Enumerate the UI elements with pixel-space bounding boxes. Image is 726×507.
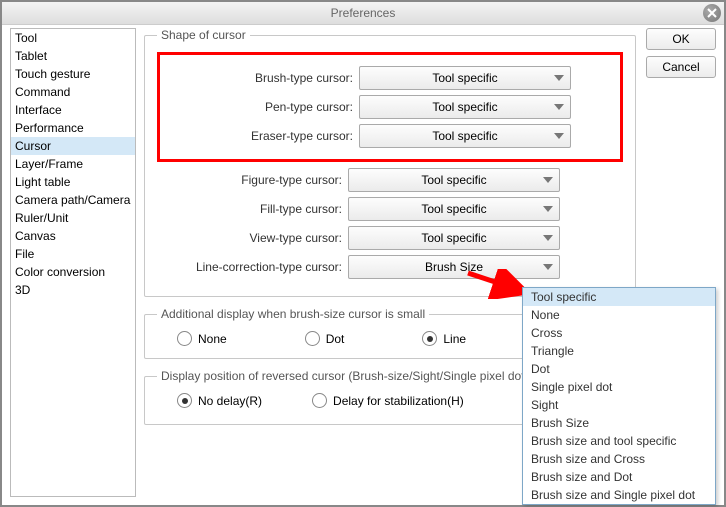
- cursor-type-menu[interactable]: Tool specificNoneCrossTriangleDotSingle …: [522, 287, 716, 505]
- menu-item[interactable]: Cross: [523, 324, 715, 342]
- chevron-down-icon: [543, 206, 553, 212]
- radio-label: None: [198, 332, 227, 346]
- shape-of-cursor-group: Shape of cursor Brush-type cursor: Tool …: [144, 28, 636, 297]
- menu-item[interactable]: Brush Size: [523, 414, 715, 432]
- window-title: Preferences: [331, 6, 396, 20]
- figure-type-value: Tool specific: [421, 173, 486, 187]
- chevron-down-icon: [543, 264, 553, 270]
- sidebar-item[interactable]: Light table: [11, 173, 135, 191]
- menu-item[interactable]: Single pixel dot: [523, 378, 715, 396]
- radio-icon: [177, 393, 192, 408]
- sidebar: ToolTabletTouch gestureCommandInterfaceP…: [10, 28, 136, 497]
- chevron-down-icon: [554, 104, 564, 110]
- radio-icon: [312, 393, 327, 408]
- menu-item[interactable]: None: [523, 306, 715, 324]
- sidebar-item[interactable]: Interface: [11, 101, 135, 119]
- radio-option[interactable]: None: [177, 331, 227, 346]
- chevron-down-icon: [543, 177, 553, 183]
- fill-type-label: Fill-type cursor:: [157, 202, 348, 216]
- menu-item[interactable]: Brush size and tool specific: [523, 432, 715, 450]
- view-type-label: View-type cursor:: [157, 231, 348, 245]
- eraser-type-value: Tool specific: [432, 129, 497, 143]
- menu-item[interactable]: Sight: [523, 396, 715, 414]
- figure-type-dropdown[interactable]: Tool specific: [348, 168, 560, 192]
- menu-item[interactable]: Brush size and Cross: [523, 450, 715, 468]
- radio-option[interactable]: Dot: [305, 331, 345, 346]
- chevron-down-icon: [554, 133, 564, 139]
- radio-label: Line: [443, 332, 466, 346]
- radio-label: No delay(R): [198, 394, 262, 408]
- radio-option[interactable]: Line: [422, 331, 466, 346]
- shape-of-cursor-legend: Shape of cursor: [157, 28, 250, 42]
- menu-item[interactable]: Brush size and Single pixel dot: [523, 486, 715, 504]
- menu-item[interactable]: Triangle: [523, 342, 715, 360]
- sidebar-item[interactable]: Cursor: [11, 137, 135, 155]
- pen-type-value: Tool specific: [432, 100, 497, 114]
- chevron-down-icon: [554, 75, 564, 81]
- cancel-button[interactable]: Cancel: [646, 56, 716, 78]
- radio-icon: [177, 331, 192, 346]
- highlight-box: Brush-type cursor: Tool specific Pen-typ…: [157, 52, 623, 162]
- line-correction-type-label: Line-correction-type cursor:: [157, 260, 348, 274]
- view-type-value: Tool specific: [421, 231, 486, 245]
- brush-type-label: Brush-type cursor:: [168, 71, 359, 85]
- sidebar-item[interactable]: Canvas: [11, 227, 135, 245]
- pen-type-dropdown[interactable]: Tool specific: [359, 95, 571, 119]
- brush-type-value: Tool specific: [432, 71, 497, 85]
- sidebar-item[interactable]: Touch gesture: [11, 65, 135, 83]
- menu-item[interactable]: Tool specific: [523, 288, 715, 306]
- sidebar-item[interactable]: Color conversion: [11, 263, 135, 281]
- figure-type-label: Figure-type cursor:: [157, 173, 348, 187]
- sidebar-item[interactable]: Performance: [11, 119, 135, 137]
- radio-icon: [422, 331, 437, 346]
- radio-icon: [305, 331, 320, 346]
- sidebar-item[interactable]: Tool: [11, 29, 135, 47]
- radio-label: Dot: [326, 332, 345, 346]
- pen-type-label: Pen-type cursor:: [168, 100, 359, 114]
- sidebar-item[interactable]: Tablet: [11, 47, 135, 65]
- chevron-down-icon: [543, 235, 553, 241]
- additional-display-legend: Additional display when brush-size curso…: [157, 307, 429, 321]
- menu-item[interactable]: Brush size and Dot: [523, 468, 715, 486]
- radio-option[interactable]: No delay(R): [177, 393, 262, 408]
- close-button[interactable]: [703, 4, 721, 22]
- sidebar-item[interactable]: Layer/Frame: [11, 155, 135, 173]
- menu-item[interactable]: Dot: [523, 360, 715, 378]
- line-correction-type-dropdown[interactable]: Brush Size: [348, 255, 560, 279]
- brush-type-dropdown[interactable]: Tool specific: [359, 66, 571, 90]
- titlebar: Preferences: [2, 2, 724, 25]
- eraser-type-dropdown[interactable]: Tool specific: [359, 124, 571, 148]
- close-icon: [707, 8, 717, 18]
- sidebar-item[interactable]: 3D: [11, 281, 135, 299]
- radio-label: Delay for stabilization(H): [333, 394, 464, 408]
- sidebar-item[interactable]: Camera path/Camera: [11, 191, 135, 209]
- fill-type-dropdown[interactable]: Tool specific: [348, 197, 560, 221]
- view-type-dropdown[interactable]: Tool specific: [348, 226, 560, 250]
- radio-option[interactable]: Delay for stabilization(H): [312, 393, 464, 408]
- sidebar-item[interactable]: Command: [11, 83, 135, 101]
- sidebar-item[interactable]: Ruler/Unit: [11, 209, 135, 227]
- sidebar-item[interactable]: File: [11, 245, 135, 263]
- eraser-type-label: Eraser-type cursor:: [168, 129, 359, 143]
- fill-type-value: Tool specific: [421, 202, 486, 216]
- display-position-legend: Display position of reversed cursor (Bru…: [157, 369, 533, 383]
- line-correction-type-value: Brush Size: [425, 260, 483, 274]
- ok-button[interactable]: OK: [646, 28, 716, 50]
